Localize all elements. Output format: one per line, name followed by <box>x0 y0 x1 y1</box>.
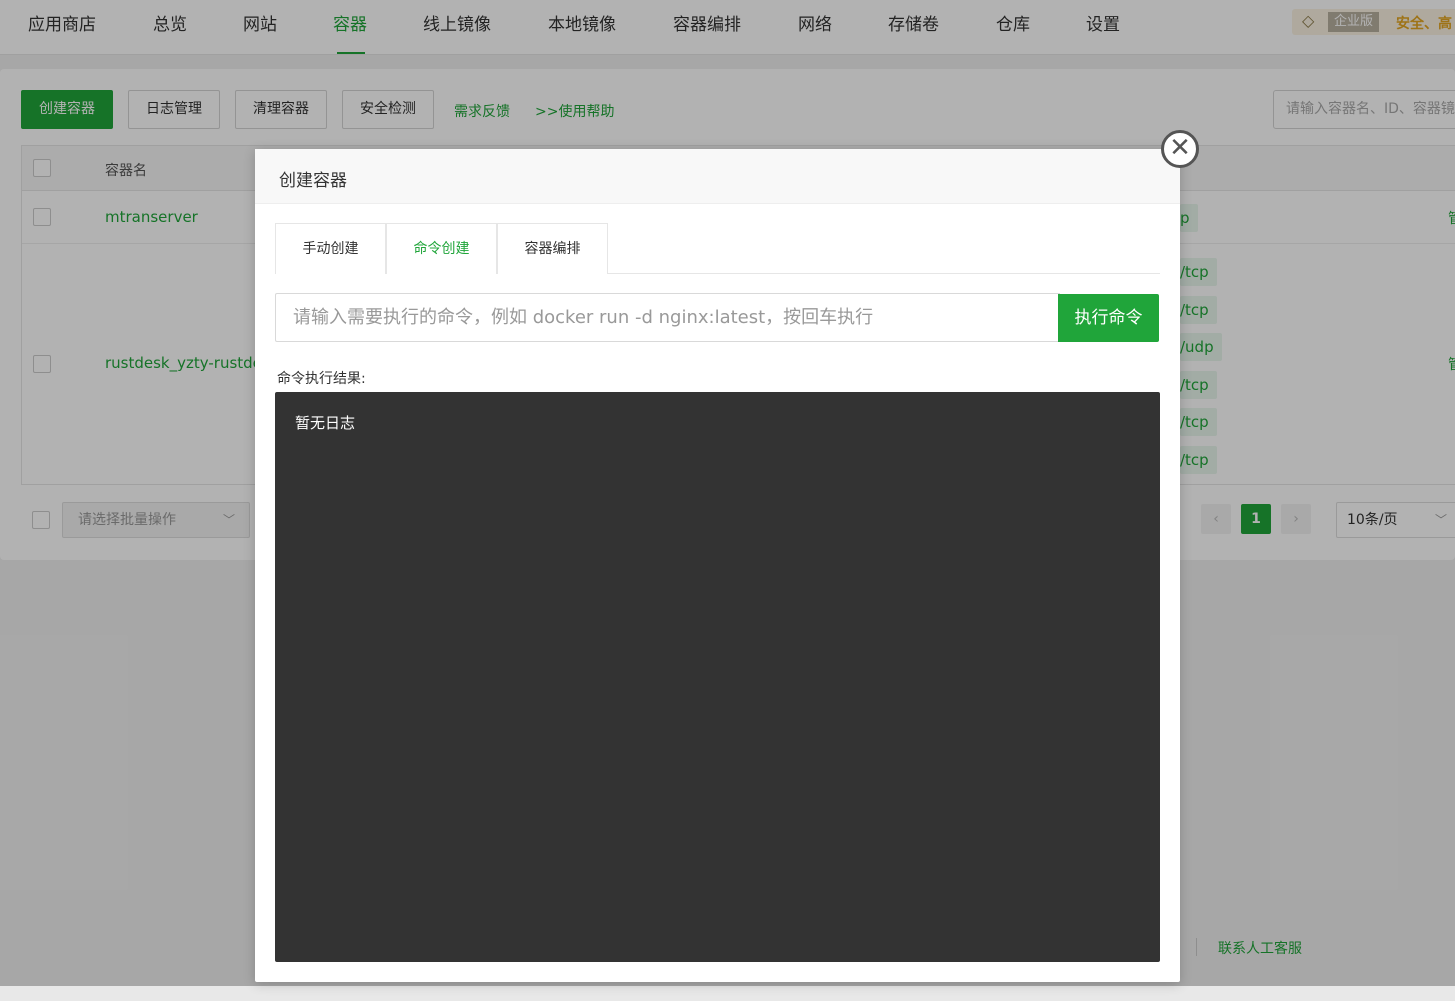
tab-compose[interactable]: 容器编排 <box>497 223 608 274</box>
bottom-bar <box>0 986 1455 1001</box>
dialog-header: 创建容器 <box>255 149 1180 204</box>
command-input[interactable]: 请输入需要执行的命令，例如 docker run -d nginx:latest… <box>275 293 1060 342</box>
command-output-console[interactable]: 暂无日志 <box>275 392 1160 962</box>
console-output-text: 暂无日志 <box>295 414 356 432</box>
dialog-title: 创建容器 <box>279 171 347 191</box>
close-dialog-button[interactable]: ✕ <box>1161 130 1199 168</box>
close-icon: ✕ <box>1169 133 1191 163</box>
dialog-tabs: 手动创建 命令创建 容器编排 <box>275 223 1160 274</box>
execute-command-button[interactable]: 执行命令 <box>1058 294 1159 342</box>
create-container-dialog: 创建容器 手动创建 命令创建 容器编排 请输入需要执行的命令，例如 docker… <box>255 149 1180 982</box>
tab-manual-create[interactable]: 手动创建 <box>275 223 386 274</box>
result-label: 命令执行结果: <box>277 371 366 387</box>
tab-command-create[interactable]: 命令创建 <box>386 223 497 274</box>
